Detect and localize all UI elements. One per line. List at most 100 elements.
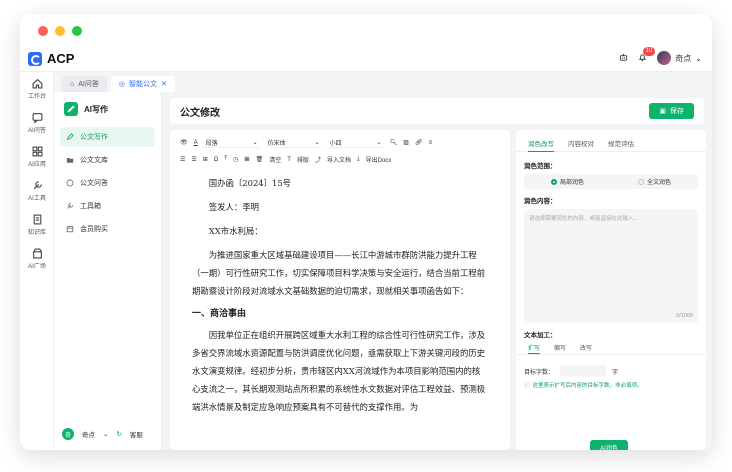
book-icon bbox=[33, 214, 41, 225]
sidebar-item-label: 公文文库 bbox=[80, 157, 108, 164]
toolbar-row-1: 👁 A 段落 ⌄ 仿宋体 ⌄ 小四 ⌄ 🔍︎ ▨ 🔗︎ ≡ bbox=[170, 134, 510, 151]
omega-icon[interactable]: Ω bbox=[214, 157, 219, 163]
rail-item-ai-tools[interactable]: AI工具 bbox=[20, 174, 54, 208]
maximize-window-button[interactable] bbox=[72, 26, 82, 36]
rail-item-ai-qa[interactable]: AI问答 bbox=[20, 106, 54, 140]
import-button[interactable]: 导入文档 bbox=[327, 155, 351, 164]
text-color-icon[interactable]: A bbox=[194, 140, 198, 146]
notification-bell-icon[interactable]: 10 bbox=[638, 46, 656, 64]
tab-evaluate[interactable]: 规范评估 bbox=[608, 138, 634, 152]
scope-radio-group: 局部润色 全文润色 bbox=[524, 174, 698, 189]
calendar-icon bbox=[66, 226, 74, 233]
doc-recipient: XX市水利局： bbox=[208, 226, 263, 236]
radio-full[interactable]: 全文润色 bbox=[637, 177, 671, 186]
rail-label: 知识库 bbox=[27, 230, 46, 236]
icon-rail: 工作台 AI问答 AI应用 AI工具 知识库 AI广场 bbox=[20, 72, 54, 450]
tab-label: 智能公文 bbox=[128, 81, 157, 88]
polish-content-input[interactable]: 请选择需要润色的内容，或者直接在此输入... 0/1000 bbox=[524, 209, 698, 323]
trash-icon[interactable]: 🗑︎ bbox=[256, 156, 264, 163]
chevron-down-icon: ⌄ bbox=[103, 431, 109, 438]
align-icon[interactable]: ≡ bbox=[429, 140, 433, 146]
font-select[interactable]: 仿宋体 ⌄ bbox=[265, 138, 322, 148]
paragraph-select[interactable]: 段落 ⌄ bbox=[203, 138, 260, 148]
rail-label: AI工具 bbox=[28, 196, 46, 202]
chat-icon bbox=[32, 113, 42, 123]
sidebar-header: AI写作 bbox=[54, 92, 161, 124]
rail-item-ai-apps[interactable]: AI应用 bbox=[20, 140, 54, 174]
export-button[interactable]: 导出Docx bbox=[366, 155, 392, 164]
doc-paragraph: 因我单位正在组织开展跨区域重大水利工程的综合性可行性研究工作，涉及多省交界流域水… bbox=[192, 330, 486, 412]
wrench-icon bbox=[67, 202, 74, 209]
info-icon: ⓘ bbox=[524, 383, 530, 389]
rail-label: AI应用 bbox=[28, 162, 46, 168]
page-title: 公文修改 bbox=[180, 107, 220, 119]
footer-username[interactable]: 奇点 bbox=[82, 429, 95, 439]
target-label: 目标字数： bbox=[524, 369, 555, 376]
radio-label: 局部润色 bbox=[559, 180, 584, 186]
user-menu[interactable]: 奇点 ⌄ bbox=[657, 51, 702, 65]
top-right-controls: 10 奇点 ⌄ bbox=[619, 46, 702, 65]
app-logo[interactable]: ACP bbox=[28, 51, 74, 66]
minimize-window-button[interactable] bbox=[55, 26, 65, 36]
tab-proofread[interactable]: 内容校对 bbox=[568, 138, 594, 152]
doc-paragraph: 为推进国家重大区域基础建设项目——长江中游城市群防洪能力提升工程（一期）可行性研… bbox=[192, 250, 486, 296]
document-body[interactable]: 国办函〔2024〕15号 签发人：李明 XX市水利局： 为推进国家重大区域基础建… bbox=[170, 168, 510, 416]
store-icon bbox=[32, 248, 42, 259]
sidebar-item-membership[interactable]: 会员购买 bbox=[60, 219, 155, 239]
search-icon[interactable]: 🔍︎ bbox=[390, 139, 398, 146]
close-window-button[interactable] bbox=[38, 26, 48, 36]
notification-badge: 10 bbox=[642, 46, 656, 56]
home-icon: ⌂ bbox=[70, 80, 75, 88]
ai-polish-button[interactable]: AI润色 bbox=[590, 440, 628, 450]
code-icon[interactable]: 𝌆 bbox=[244, 156, 249, 163]
tab-smart-doc[interactable]: ◎ 智能公文 ✕ bbox=[110, 76, 175, 92]
tab-condense[interactable]: 缩写 bbox=[554, 343, 566, 354]
clock-icon[interactable]: ◷ bbox=[233, 156, 238, 163]
tab-ai-qa[interactable]: ⌂ AI问答 bbox=[62, 76, 107, 92]
tab-polish[interactable]: 润色改写 bbox=[528, 138, 554, 152]
size-value: 小四 bbox=[329, 140, 342, 147]
sidebar-item-doc-writing[interactable]: 公文写作 bbox=[60, 127, 155, 147]
sidebar-item-toolbox[interactable]: 工具箱 bbox=[60, 196, 155, 216]
rail-label: 工作台 bbox=[27, 94, 46, 100]
image-icon[interactable]: ▨ bbox=[403, 139, 409, 146]
chevron-down-icon: ⌄ bbox=[695, 53, 702, 63]
align-left-icon[interactable]: ☰ bbox=[180, 156, 185, 163]
save-button[interactable]: ▣ 保存 bbox=[649, 103, 694, 119]
home-icon bbox=[32, 78, 42, 89]
app-window: ACP 10 奇点 ⌄ 工作台 AI问答 AI应用 AI工具 知识库 AI广场 … bbox=[20, 14, 712, 450]
upload-icon[interactable]: ⤒ bbox=[224, 156, 227, 163]
document-editor: 👁 A 段落 ⌄ 仿宋体 ⌄ 小四 ⌄ 🔍︎ ▨ 🔗︎ ≡ ☰ ☰ ⊞ Ω ⤒ ◷ 𝌆… bbox=[170, 130, 510, 450]
layout-button[interactable]: 排版 bbox=[297, 155, 309, 164]
support-link[interactable]: 客服 bbox=[130, 429, 143, 439]
align-right-icon[interactable]: ☰ bbox=[191, 156, 196, 163]
doc-heading: 一、商洽事由 bbox=[192, 308, 247, 318]
pen-icon bbox=[64, 102, 78, 116]
table-icon[interactable]: ⊞ bbox=[203, 156, 208, 163]
rail-item-workbench[interactable]: 工作台 bbox=[20, 72, 54, 106]
page-tabs: ⌂ AI问答 ◎ 智能公文 ✕ bbox=[54, 72, 712, 92]
size-select[interactable]: 小四 ⌄ bbox=[327, 138, 384, 148]
radio-label: 全文润色 bbox=[646, 180, 671, 186]
logo-icon bbox=[28, 51, 42, 66]
sidebar-item-doc-library[interactable]: 公文文库 bbox=[60, 150, 155, 170]
chevron-down-icon: ⌄ bbox=[314, 139, 320, 146]
tab-expand[interactable]: 扩写 bbox=[528, 343, 541, 354]
target-words-input[interactable] bbox=[560, 365, 607, 377]
sidebar-footer: 奇 奇点 ⌄ ↻ 客服 bbox=[62, 428, 153, 440]
radio-partial[interactable]: 局部润色 bbox=[550, 177, 584, 186]
link-icon[interactable]: 🔗︎ bbox=[415, 139, 423, 146]
tab-rewrite[interactable]: 改写 bbox=[580, 343, 592, 354]
content-label: 润色内容： bbox=[524, 198, 557, 205]
import-icon: ⤴ bbox=[314, 158, 321, 164]
sidebar-title: AI写作 bbox=[84, 104, 108, 114]
edit-icon bbox=[66, 133, 74, 141]
sidebar-item-label: 公文问答 bbox=[80, 180, 108, 187]
eye-icon[interactable]: 👁 bbox=[180, 139, 188, 146]
close-icon[interactable]: ✕ bbox=[161, 80, 167, 88]
sidebar-item-doc-qa[interactable]: 公文问答 bbox=[60, 173, 155, 193]
rail-item-knowledge[interactable]: 知识库 bbox=[20, 208, 54, 242]
robot-icon[interactable] bbox=[619, 53, 628, 64]
rail-item-ai-plaza[interactable]: AI广场 bbox=[20, 242, 54, 276]
clear-button[interactable]: 清空 bbox=[269, 155, 281, 164]
